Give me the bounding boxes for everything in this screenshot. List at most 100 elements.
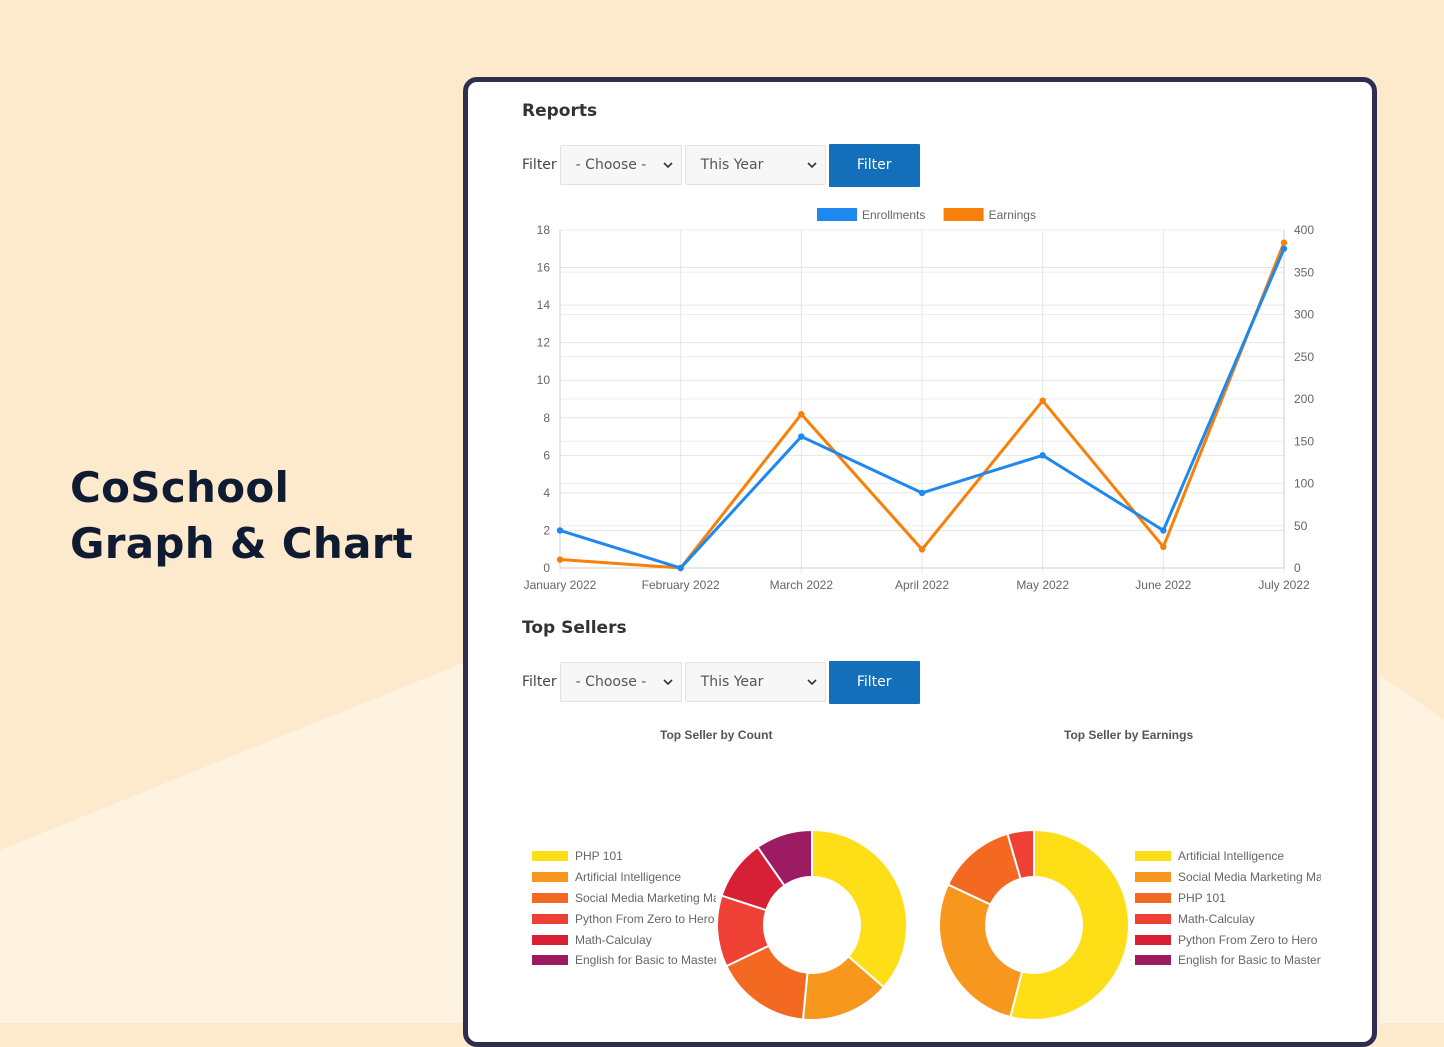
top-sellers-filter-button[interactable]: Filter <box>828 660 920 704</box>
legend-item[interactable]: Math-Calculay <box>532 929 716 950</box>
legend-item[interactable]: English for Basic to Mastery <box>532 950 716 971</box>
chevron-down-icon <box>663 162 673 169</box>
donut-earnings-legend: Artificial Intelligence Social Media Mark… <box>1135 846 1321 971</box>
top-sellers-title: Top Sellers <box>522 618 627 638</box>
data-point-enrollments[interactable] <box>918 489 926 497</box>
legend-item[interactable]: PHP 101 <box>1135 888 1321 909</box>
donut-earnings-chart <box>938 828 1130 1021</box>
y-left-tick-label: 0 <box>543 561 550 575</box>
legend-item[interactable]: Social Media Marketing Ma <box>1135 867 1321 888</box>
data-point-earnings[interactable] <box>918 546 926 553</box>
legend-item[interactable]: PHP 101 <box>532 846 716 867</box>
chart-grid <box>559 229 1285 573</box>
enrollments-earnings-chart: 0 2 4 6 8 10 12 14 16 18 0 50 100 150 200 250 300 350 400 J… <box>524 208 1314 592</box>
legend-swatch <box>1135 851 1171 862</box>
reports-title: Reports <box>522 101 598 121</box>
app-window: Reports Filter - Choose - This Year Filt… <box>463 77 1377 1047</box>
y-left-tick-label: 16 <box>537 261 551 275</box>
x-tick-label: June 2022 <box>1135 578 1191 592</box>
data-point-earnings[interactable] <box>1280 239 1288 246</box>
legend-item[interactable]: Python From Zero to Hero <box>532 908 716 929</box>
legend-label: Math-Calculay <box>1178 911 1255 926</box>
top-sellers-period-select-value: This Year <box>700 674 764 690</box>
data-point-enrollments[interactable] <box>1280 245 1288 252</box>
legend-label: Earnings <box>989 208 1036 222</box>
reports-filter-label: Filter <box>522 157 557 173</box>
legend-swatch <box>532 913 568 924</box>
legend-item[interactable]: English for Basic to Mastery <box>1135 950 1321 971</box>
legend-label: Math-Calculay <box>575 932 652 947</box>
y-left-tick-label: 4 <box>543 486 550 500</box>
reports-filter-row: Filter - Choose - This Year Filter <box>522 143 920 187</box>
legend-item[interactable]: Social Media Marketing Ma <box>532 888 716 909</box>
y-right-tick-label: 150 <box>1294 434 1314 448</box>
legend-label: PHP 101 <box>1178 890 1226 905</box>
donut-slice[interactable] <box>938 883 1024 1019</box>
x-tick-label: July 2022 <box>1258 578 1310 592</box>
legend-swatch <box>1135 913 1171 924</box>
line-chart-legend: Enrollments Earnings <box>817 208 1036 222</box>
legend-swatch <box>1135 955 1171 966</box>
reports-filter-button[interactable]: Filter <box>828 143 920 187</box>
data-point-earnings[interactable] <box>556 556 564 563</box>
data-point-earnings[interactable] <box>798 411 805 418</box>
data-point-enrollments[interactable] <box>1160 527 1167 534</box>
y-right-tick-label: 350 <box>1294 265 1314 279</box>
legend-swatch <box>532 872 568 883</box>
data-point-earnings[interactable] <box>1039 397 1046 404</box>
y-left-tick-label: 6 <box>543 448 550 462</box>
y-left-tick-label: 12 <box>537 336 551 350</box>
legend-swatch[interactable] <box>943 208 984 221</box>
data-point-enrollments[interactable] <box>677 564 684 572</box>
donut-count-title: Top Seller by Count <box>660 728 773 742</box>
x-tick-label: January 2022 <box>524 578 597 592</box>
legend-item[interactable]: Artificial Intelligence <box>532 867 716 888</box>
legend-swatch[interactable] <box>817 208 857 221</box>
legend-label: Enrollments <box>862 208 925 222</box>
legend-label: Python From Zero to Hero <box>575 911 715 926</box>
y-right-tick-label: 50 <box>1294 519 1308 533</box>
top-sellers-period-select[interactable]: This Year <box>684 662 826 702</box>
top-sellers-filter-label: Filter <box>522 674 557 690</box>
data-point-earnings[interactable] <box>1160 543 1167 551</box>
hero-title-line1: CoSchool <box>70 463 290 512</box>
legend-label: Python From Zero to Hero <box>1178 932 1318 947</box>
legend-swatch <box>532 851 568 862</box>
y-left-tick-label: 10 <box>537 373 551 387</box>
legend-label: Social Media Marketing Ma <box>575 890 716 905</box>
top-sellers-filter-row: Filter - Choose - This Year Filter <box>522 660 920 704</box>
hero-title: CoSchool Graph & Chart <box>70 460 413 572</box>
y-left-tick-label: 8 <box>543 411 550 425</box>
y-left-tick-label: 18 <box>537 223 551 237</box>
legend-label: English for Basic to Mastery <box>575 953 716 968</box>
data-point-enrollments[interactable] <box>798 433 805 440</box>
legend-item[interactable]: Math-Calculay <box>1135 908 1321 929</box>
donut-count-legend: PHP 101 Artificial Intelligence Social Med… <box>532 846 716 971</box>
chevron-down-icon <box>807 679 817 686</box>
donut-earnings-title: Top Seller by Earnings <box>1064 728 1194 742</box>
y-right-tick-label: 300 <box>1294 308 1314 322</box>
donut-slice[interactable] <box>811 828 908 989</box>
chevron-down-icon <box>807 162 817 169</box>
reports-course-select[interactable]: - Choose - <box>559 145 682 185</box>
x-tick-label: May 2022 <box>1016 578 1069 592</box>
y-right-tick-label: 100 <box>1294 477 1314 491</box>
top-sellers-course-select[interactable]: - Choose - <box>559 662 682 702</box>
top-sellers-course-select-value: - Choose - <box>575 674 647 690</box>
data-point-enrollments[interactable] <box>1039 452 1046 459</box>
legend-item[interactable]: Artificial Intelligence <box>1135 846 1321 867</box>
legend-swatch <box>1135 934 1171 945</box>
legend-swatch <box>1135 872 1171 883</box>
hero-title-line2: Graph & Chart <box>70 519 414 568</box>
data-point-enrollments[interactable] <box>556 527 564 534</box>
y-right-tick-label: 250 <box>1294 350 1314 364</box>
reports-period-select[interactable]: This Year <box>684 145 826 185</box>
legend-swatch <box>532 955 568 966</box>
x-tick-label: April 2022 <box>895 578 949 592</box>
y-left-tick-label: 14 <box>537 298 551 312</box>
y-right-tick-label: 400 <box>1294 223 1314 237</box>
x-tick-label: February 2022 <box>642 578 720 592</box>
legend-item[interactable]: Python From Zero to Hero <box>1135 929 1321 950</box>
legend-label: Artificial Intelligence <box>1178 849 1285 864</box>
legend-swatch <box>532 934 568 945</box>
